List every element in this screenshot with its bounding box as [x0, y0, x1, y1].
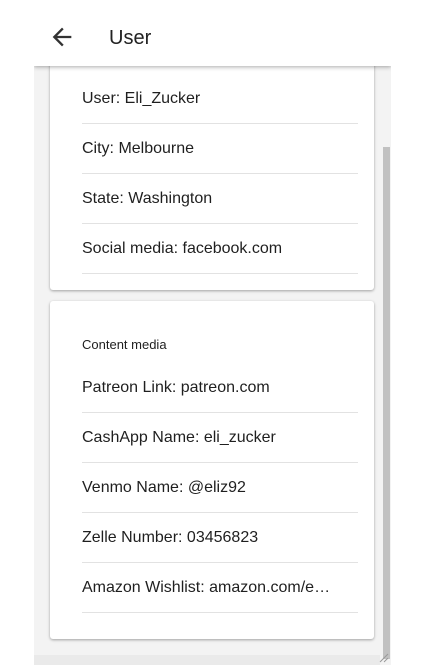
scrollbar-thumb[interactable] [383, 147, 390, 659]
section-title: Content media [82, 337, 167, 352]
amazon-wishlist-label: Amazon Wishlist: amazon.com/e… [82, 579, 331, 596]
app-bar: User [34, 8, 391, 66]
resize-grip-icon[interactable] [377, 651, 389, 663]
content-media-card: Content media Patreon Link: patreon.com … [50, 301, 374, 639]
arrow-back-icon [52, 27, 72, 47]
list-item[interactable]: Patreon Link: patreon.com [82, 363, 358, 413]
app-window: User User: Eli_Zucker City: Melbourne St… [34, 8, 391, 665]
list-item[interactable]: Venmo Name: @eliz92 [82, 463, 358, 513]
cashapp-name-label: CashApp Name: eli_zucker [82, 429, 276, 446]
list-item[interactable]: City: Melbourne [82, 124, 358, 174]
patreon-link-label: Patreon Link: patreon.com [82, 379, 270, 396]
list-item[interactable]: User: Eli_Zucker [82, 74, 358, 124]
venmo-name-label: Venmo Name: @eliz92 [82, 479, 246, 496]
list-item[interactable]: Zelle Number: 03456823 [82, 513, 358, 563]
list-item[interactable]: CashApp Name: eli_zucker [82, 413, 358, 463]
social-media-label: Social media: facebook.com [82, 240, 283, 257]
profile-card: User: Eli_Zucker City: Melbourne State: … [50, 38, 374, 290]
horizontal-scrollbar[interactable] [34, 655, 380, 665]
state-label: State: Washington [82, 190, 213, 207]
back-button[interactable] [48, 23, 76, 51]
user-label: User: Eli_Zucker [82, 90, 201, 107]
zelle-number-label: Zelle Number: 03456823 [82, 529, 259, 546]
page-title: User [109, 27, 152, 49]
list-item[interactable]: State: Washington [82, 174, 358, 224]
city-label: City: Melbourne [82, 140, 195, 157]
list-item[interactable]: Social media: facebook.com [82, 224, 358, 274]
list-item[interactable]: Amazon Wishlist: amazon.com/e… [82, 563, 358, 613]
